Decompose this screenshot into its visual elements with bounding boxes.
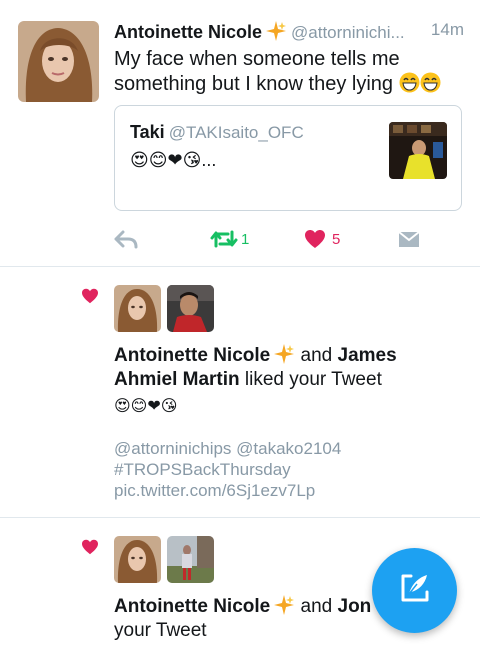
like-button[interactable]: 5 xyxy=(304,228,340,250)
reply-button[interactable] xyxy=(114,228,138,250)
tweet[interactable]: Antoinette Nicole @attorninichi... 14m My… xyxy=(0,0,480,266)
reply-icon xyxy=(114,229,138,249)
tweet-header: Antoinette Nicole @attorninichi... 14m xyxy=(114,20,466,46)
joiner-text: and xyxy=(300,345,333,366)
heart-icon xyxy=(81,539,99,555)
heart-icon xyxy=(81,288,99,304)
notification-text: Antoinette Nicole and James Ahmiel Marti… xyxy=(114,343,464,392)
joiner-text: and xyxy=(300,596,333,617)
retweet-button[interactable]: 1 xyxy=(210,228,249,250)
actor-name[interactable]: Jon xyxy=(338,596,372,617)
avatar[interactable] xyxy=(167,285,214,332)
dm-button[interactable] xyxy=(398,228,420,250)
quoted-name: Taki xyxy=(130,122,165,142)
tweet-time: 14m xyxy=(430,20,464,39)
avatar[interactable] xyxy=(114,536,161,583)
sparkle-icon xyxy=(265,20,287,42)
actor-name[interactable]: Antoinette Nicole xyxy=(114,596,270,617)
author-avatar[interactable] xyxy=(18,21,99,102)
quoted-text: 😍😊❤😘... xyxy=(130,150,217,170)
quoted-tweet[interactable]: Taki @TAKIsaito_OFC 😍😊❤😘... xyxy=(114,105,462,211)
tweet-text-content: My face when someone tells me something … xyxy=(114,48,400,95)
notification-item[interactable]: Antoinette Nicole and James Ahmiel Marti… xyxy=(0,267,480,517)
avatar[interactable] xyxy=(167,536,214,583)
grin-emoji-icon xyxy=(399,72,420,93)
tweet-actions: 1 5 xyxy=(114,228,434,250)
compose-button[interactable] xyxy=(372,548,457,633)
retweet-icon xyxy=(210,229,238,249)
compose-icon xyxy=(397,570,433,611)
author-name[interactable]: Antoinette Nicole xyxy=(114,22,262,42)
avatar[interactable] xyxy=(114,285,161,332)
quoted-handle: @TAKIsaito_OFC xyxy=(168,123,304,142)
notification-emoji: 😍😊❤😘 xyxy=(114,398,178,415)
grin-emoji-icon xyxy=(420,72,441,93)
action-text: liked your Tweet xyxy=(244,369,382,390)
like-icon xyxy=(304,229,326,249)
sparkle-icon xyxy=(273,343,295,365)
actor-name[interactable]: Antoinette Nicole xyxy=(114,345,270,366)
tweet-text: My face when someone tells me something … xyxy=(114,47,464,97)
dm-icon xyxy=(398,230,420,248)
author-handle[interactable]: @attorninichi... xyxy=(291,23,405,42)
quoted-video-thumbnail[interactable] xyxy=(389,122,447,179)
retweet-count: 1 xyxy=(241,230,250,248)
like-count: 5 xyxy=(332,230,341,248)
quoted-author: Taki @TAKIsaito_OFC xyxy=(130,122,304,143)
sparkle-icon xyxy=(273,594,295,616)
action-text: your Tweet xyxy=(114,620,207,641)
notification-tweet-text: @attorninichips @takako2104 #TROPSBackTh… xyxy=(114,439,342,500)
